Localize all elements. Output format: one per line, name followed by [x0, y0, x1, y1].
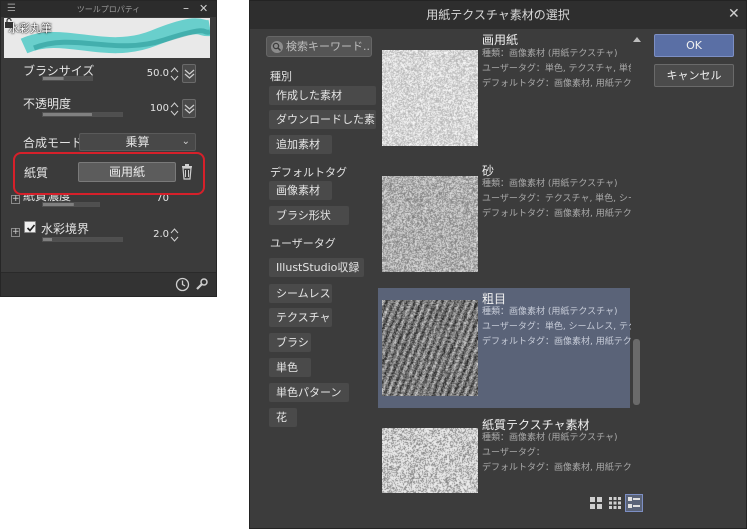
search-box[interactable]	[266, 36, 372, 57]
brush-size-pressure-button[interactable]	[182, 64, 196, 83]
search-input[interactable]	[286, 39, 370, 54]
view-small-thumbnails-button[interactable]	[606, 494, 624, 512]
paper-density-slider[interactable]	[42, 202, 100, 207]
material-user-tags: ユーザータグ：単色, テクスチャ, 単色パタ	[482, 64, 631, 74]
filter-item-created[interactable]: 作成した素材	[269, 86, 376, 105]
chevron-down-icon: ⌄	[181, 136, 190, 147]
scroll-up-icon[interactable]	[633, 36, 641, 43]
watercolor-edge-slider[interactable]	[42, 237, 123, 242]
ok-button[interactable]: OK	[654, 34, 734, 57]
dialog-title: 用紙テクスチャ素材の選択	[250, 1, 746, 29]
user-tag-section-label: ユーザータグ	[270, 237, 336, 250]
material-name: 砂	[482, 164, 495, 178]
paper-select-button[interactable]: 画用紙	[78, 162, 176, 182]
grid-large-icon	[590, 497, 602, 509]
material-default-tags: デフォルトタグ：画像素材, 用紙テクスチャ	[482, 79, 631, 89]
material-user-tags: ユーザータグ：	[482, 448, 545, 458]
opacity-slider[interactable]	[42, 112, 123, 117]
watercolor-edge-value[interactable]: 2.0	[141, 229, 169, 240]
tool-property-titlebar[interactable]: ☰ ツールプロパティ – ✕	[1, 1, 216, 17]
material-item[interactable]: 粗目 種類：画像素材 (用紙テクスチャ) ユーザータグ：単色, シームレス, テ…	[378, 288, 631, 408]
opacity-label: 不透明度	[23, 97, 72, 111]
blend-mode-select[interactable]: 乗算 ⌄	[79, 133, 196, 151]
close-icon[interactable]: ✕	[728, 6, 740, 22]
list-detail-icon	[628, 497, 640, 508]
material-list[interactable]: 画用紙 種類：画像素材 (用紙テクスチャ) ユーザータグ：単色, テクスチャ, …	[378, 32, 631, 493]
brush-preview: 水彩丸筆	[4, 18, 210, 58]
check-icon	[26, 224, 36, 232]
wrench-icon[interactable]	[194, 277, 209, 292]
filter-item-single-color-pattern[interactable]: 単色パターン	[269, 383, 349, 402]
material-default-tags: デフォルトタグ：画像素材, 用紙テクスチャ	[482, 463, 631, 473]
brush-size-stepper-icon[interactable]	[170, 66, 179, 82]
kind-section-label: 種別	[270, 70, 292, 83]
watercolor-edge-checkbox[interactable]	[24, 221, 36, 233]
brush-name: 水彩丸筆	[8, 22, 52, 35]
filter-item-seamless[interactable]: シームレス	[269, 284, 332, 303]
filter-item-added[interactable]: 追加素材	[269, 135, 332, 154]
view-detail-list-button[interactable]	[625, 494, 643, 512]
watercolor-edge-stepper-icon[interactable]	[170, 227, 179, 243]
material-kind: 種類：画像素材 (用紙テクスチャ)	[482, 179, 618, 189]
material-thumbnail	[382, 50, 478, 146]
list-scrollbar-thumb[interactable]	[633, 339, 640, 405]
material-kind: 種類：画像素材 (用紙テクスチャ)	[482, 307, 618, 317]
reset-icon[interactable]	[175, 277, 190, 292]
filter-item-downloaded[interactable]: ダウンロードした素	[269, 110, 376, 129]
material-thumbnail	[382, 300, 478, 396]
watercolor-edge-expand-icon[interactable]: +	[11, 228, 20, 237]
material-item[interactable]: 紙質テクスチャ素材 種類：画像素材 (用紙テクスチャ) ユーザータグ： デフォル…	[378, 414, 631, 493]
search-icon	[271, 41, 283, 53]
lock-icon[interactable]	[4, 18, 14, 28]
pressure-icon	[184, 104, 195, 114]
filter-item-brush[interactable]: ブラシ	[269, 333, 311, 352]
brush-size-slider[interactable]	[42, 76, 93, 81]
blend-mode-label: 合成モード	[23, 136, 84, 150]
paper-density-expand-icon[interactable]: +	[11, 195, 20, 204]
material-user-tags: ユーザータグ：テクスチャ, 単色, シームレ	[482, 194, 631, 204]
paper-label: 紙質	[24, 166, 49, 180]
filter-item-image-material[interactable]: 画像素材	[269, 181, 332, 200]
opacity-value[interactable]: 100	[141, 103, 169, 114]
close-icon[interactable]: ✕	[199, 2, 208, 15]
brush-size-value[interactable]: 50.0	[141, 68, 169, 79]
material-name: 紙質テクスチャ素材	[482, 418, 590, 432]
watercolor-edge-label: 水彩境界	[41, 222, 90, 236]
filter-item-flower[interactable]: 花	[269, 408, 297, 427]
filter-item-single-color[interactable]: 単色	[269, 358, 311, 377]
cancel-button[interactable]: キャンセル	[654, 64, 734, 87]
default-tag-section-label: デフォルトタグ	[270, 166, 347, 179]
pressure-icon	[184, 69, 195, 79]
minimize-icon[interactable]: –	[183, 1, 189, 15]
view-large-thumbnails-button[interactable]	[587, 494, 605, 512]
filter-item-texture[interactable]: テクスチャ	[269, 308, 332, 327]
material-name: 粗目	[482, 292, 507, 306]
material-thumbnail	[382, 428, 478, 493]
opacity-stepper-icon[interactable]	[170, 101, 179, 117]
material-default-tags: デフォルトタグ：画像素材, 用紙テクスチャ	[482, 337, 631, 347]
material-kind: 種類：画像素材 (用紙テクスチャ)	[482, 49, 618, 59]
grid-small-icon	[609, 497, 621, 509]
filter-item-illuststudio[interactable]: IllustStudio収録	[269, 258, 364, 277]
tool-property-panel: ☰ ツールプロパティ – ✕ 水彩丸筆 ブラシサイズ 50.0 不透明度 100…	[0, 0, 217, 297]
trash-icon[interactable]	[180, 163, 194, 180]
blend-mode-value: 乗算	[125, 135, 150, 149]
material-item[interactable]: 画用紙 種類：画像素材 (用紙テクスチャ) ユーザータグ：単色, テクスチャ, …	[378, 32, 631, 148]
material-thumbnail	[382, 176, 478, 272]
material-user-tags: ユーザータグ：単色, シームレス, テクスチ	[482, 322, 631, 332]
tool-property-footer	[1, 272, 216, 296]
opacity-pressure-button[interactable]	[182, 99, 196, 118]
material-default-tags: デフォルトタグ：画像素材, 用紙テクスチャ	[482, 209, 631, 219]
material-item[interactable]: 砂 種類：画像素材 (用紙テクスチャ) ユーザータグ：テクスチャ, 単色, シー…	[378, 158, 631, 278]
material-kind: 種類：画像素材 (用紙テクスチャ)	[482, 433, 618, 443]
filter-item-brush-shape[interactable]: ブラシ形状	[269, 206, 349, 225]
material-name: 画用紙	[482, 33, 519, 47]
